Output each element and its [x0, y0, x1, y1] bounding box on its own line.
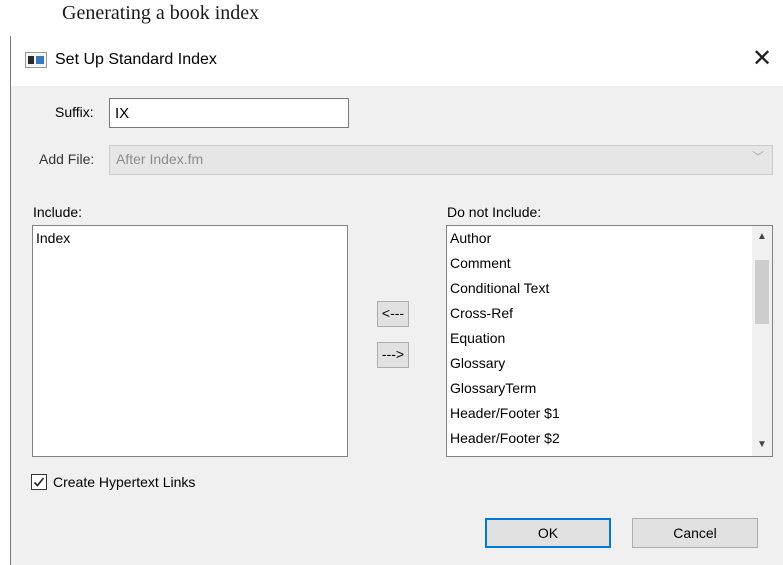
chevron-down-icon: ﹀	[751, 150, 764, 164]
include-list-item[interactable]: Index	[33, 226, 347, 251]
list-item[interactable]: Conditional Text	[447, 276, 772, 301]
dialog-body: Suffix: Add File: After Index.fm ﹀ Inclu…	[11, 86, 783, 565]
list-item[interactable]: Header/Footer $1	[447, 401, 772, 426]
dialog-title: Set Up Standard Index	[55, 51, 217, 68]
ok-button[interactable]: OK	[485, 518, 611, 548]
hypertext-label: Create Hypertext Links	[53, 474, 196, 490]
page-caption: Generating a book index	[62, 2, 260, 24]
scrollbar-thumb[interactable]	[755, 260, 769, 324]
dialog-window: Set Up Standard Index ✕ Suffix: Add File…	[10, 36, 783, 565]
scroll-up-icon[interactable]: ▲	[752, 228, 772, 246]
hypertext-checkbox[interactable]	[31, 474, 47, 490]
list-item[interactable]: Equation	[447, 326, 772, 351]
list-item[interactable]: Comment	[447, 251, 772, 276]
move-left-button[interactable]: <---	[377, 301, 409, 327]
title-bar[interactable]: Set Up Standard Index ✕	[11, 36, 783, 86]
scroll-down-icon[interactable]: ▼	[752, 436, 772, 454]
close-icon[interactable]: ✕	[748, 45, 776, 73]
include-label: Include:	[33, 204, 83, 220]
cancel-button[interactable]: Cancel	[632, 518, 758, 548]
add-file-dropdown[interactable]: After Index.fm ﹀	[109, 145, 773, 175]
vertical-scrollbar[interactable]: ▲ ▼	[752, 226, 772, 456]
list-item[interactable]: Author	[447, 226, 772, 251]
do-not-include-label: Do not Include:	[447, 204, 542, 220]
app-window-icon	[25, 52, 47, 68]
add-file-value: After Index.fm	[116, 151, 204, 167]
list-item[interactable]: Cross-Ref	[447, 301, 772, 326]
suffix-label: Suffix:	[55, 104, 94, 120]
do-not-include-list[interactable]: Author Comment Conditional Text Cross-Re…	[446, 225, 773, 457]
list-item[interactable]: GlossaryTerm	[447, 376, 772, 401]
include-list[interactable]: Index	[32, 225, 348, 457]
checkmark-icon	[33, 477, 45, 487]
add-file-label: Add File:	[39, 151, 95, 167]
list-item[interactable]: Header/Footer $2	[447, 426, 772, 451]
list-item[interactable]: Glossary	[447, 351, 772, 376]
move-right-button[interactable]: --->	[377, 342, 409, 368]
suffix-input[interactable]	[109, 98, 349, 128]
